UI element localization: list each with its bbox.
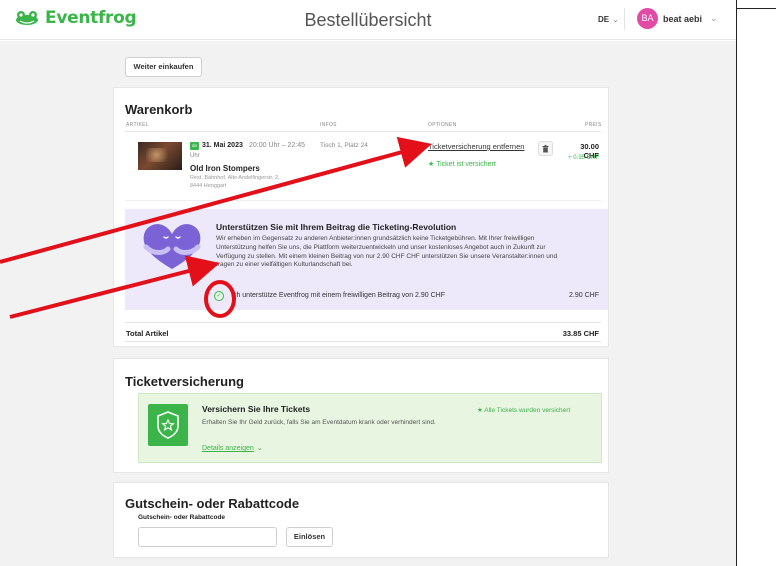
donation-text: Wir erheben im Gegensatz zu anderen Anbi… — [216, 235, 558, 269]
column-header-info: INFOS — [320, 122, 337, 128]
column-header-options: OPTIONEN — [428, 122, 457, 128]
total-label: Total Artikel — [126, 329, 169, 338]
column-header-price: PREIS — [585, 122, 602, 128]
insurance-title: Ticketversicherung — [125, 374, 244, 389]
language-label: DE — [598, 15, 610, 24]
event-time-unit: Uhr — [190, 153, 200, 159]
insured-label: Ticket ist versichert — [436, 161, 496, 168]
page-title: Bestellübersicht — [304, 10, 432, 30]
chevron-down-icon[interactable]: ⌄ — [710, 13, 718, 24]
redeem-button[interactable]: Einlösen — [286, 527, 333, 547]
insured-note: ★ Ticket ist versichert — [428, 160, 496, 168]
delete-item-button[interactable] — [538, 141, 553, 156]
venue-line: 8444 Henggart — [190, 182, 227, 189]
user-name[interactable]: beat aebi — [663, 14, 702, 24]
coupon-field-label: Gutschein- oder Rabattcode — [138, 514, 226, 521]
column-header-article: ARTIKEL — [126, 122, 149, 128]
total-bottom-divider — [125, 341, 601, 342]
venue-line: Rest. Bahnhof, Alte Andelfingerstr. 2, — [190, 175, 280, 181]
event-date: 31. Mai 2023 — [202, 142, 243, 149]
item-fee: + 0.95 CHF — [568, 155, 599, 161]
cart-title: Warenkorb — [125, 102, 193, 117]
check-icon: ✓ — [216, 293, 222, 299]
window-edge-line — [736, 8, 776, 9]
language-selector[interactable]: DE ⌄ — [598, 15, 619, 24]
show-details-link[interactable]: Details anzeigen ⌄ — [202, 444, 263, 452]
calendar-icon: do — [190, 142, 199, 150]
insurance-status-label: Alle Tickets wurden versichert — [484, 407, 571, 414]
top-bar: Eventfrog Bestellübersicht DE ⌄ BA beat a… — [0, 0, 736, 40]
header-divider — [125, 131, 601, 132]
insurance-tile — [148, 404, 188, 446]
total-divider — [125, 322, 601, 323]
heart-hug-icon — [143, 224, 201, 269]
trash-icon — [542, 145, 549, 153]
remove-insurance-link[interactable]: Ticketversicherung entfernen — [428, 142, 524, 151]
donation-title: Unterstützen Sie mit Ihrem Beitrag die T… — [216, 222, 457, 232]
chevron-down-icon: ⌄ — [612, 15, 619, 24]
insurance-box-title: Versichern Sie Ihre Tickets — [202, 404, 311, 414]
coupon-input[interactable] — [138, 527, 277, 547]
donation-price: 2.90 CHF — [569, 292, 599, 299]
total-value: 33.85 CHF — [562, 329, 599, 338]
insurance-status: ★ Alle Tickets wurden versichert — [477, 406, 570, 414]
event-venue: Rest. Bahnhof, Alte Andelfingerstr. 2, 8… — [190, 175, 320, 190]
header-divider — [624, 8, 625, 30]
shield-star-icon — [157, 411, 179, 439]
event-time: 20:00 Uhr – 22:45 — [249, 142, 306, 149]
event-name[interactable]: Old Iron Stompers — [190, 164, 260, 173]
star-icon: ★ — [428, 161, 435, 168]
donation-checkbox-label[interactable]: Ich unterstütze Eventfrog mit einem frei… — [231, 292, 445, 299]
star-icon: ★ — [477, 407, 483, 414]
seat-info: Tisch 1, Platz 24 — [320, 142, 368, 149]
avatar[interactable]: BA — [637, 8, 658, 29]
chevron-down-icon: ⌄ — [256, 445, 263, 452]
coupon-title: Gutschein- oder Rabattcode — [125, 496, 300, 511]
insurance-box-text: Erhalten Sie Ihr Geld zurück, falls Sie … — [202, 419, 436, 426]
window-edge-line — [736, 0, 737, 566]
continue-shopping-button[interactable]: Weiter einkaufen — [125, 57, 202, 77]
item-divider — [125, 200, 601, 201]
show-details-label: Details anzeigen — [202, 445, 254, 452]
event-thumbnail[interactable] — [138, 142, 182, 170]
donation-checkbox[interactable]: ✓ — [214, 291, 224, 301]
